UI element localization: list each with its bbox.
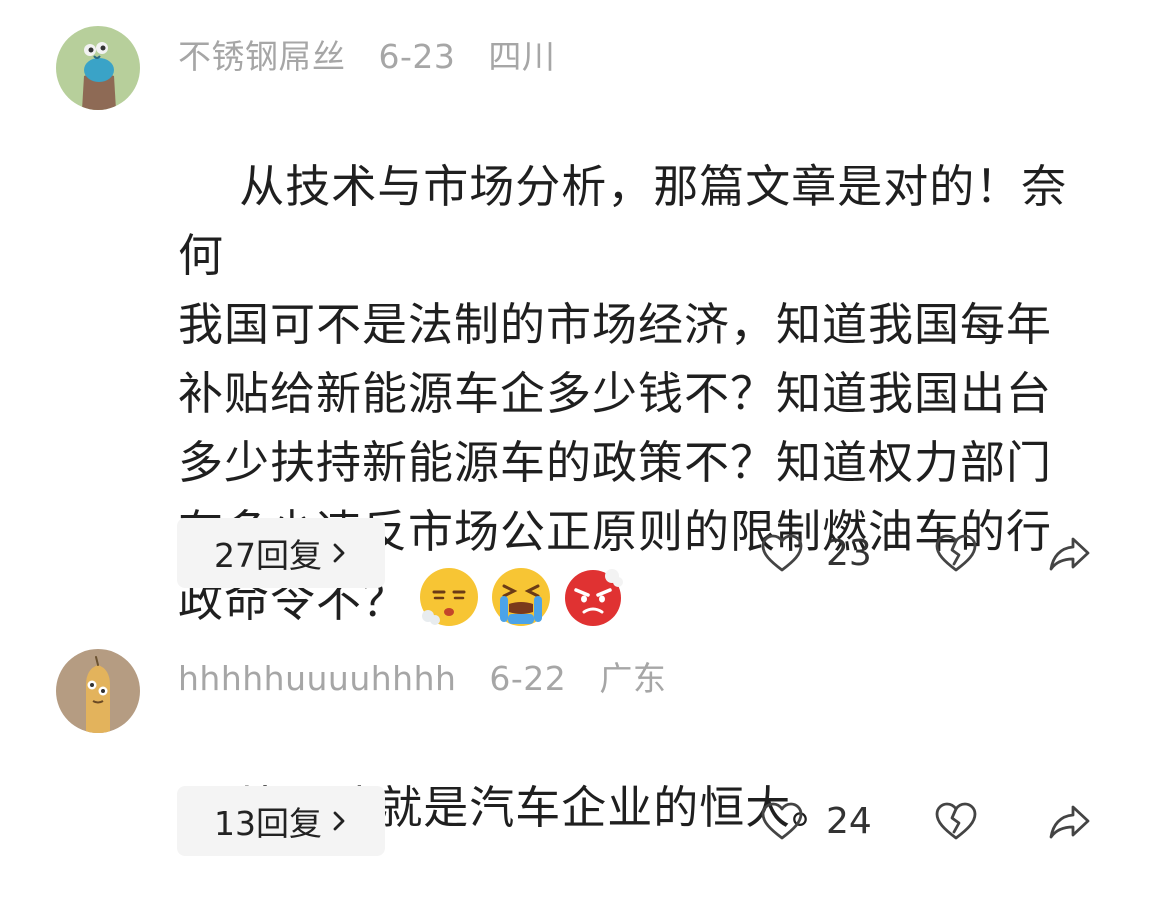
- comment-actions: 23: [760, 518, 1100, 588]
- tired-crying-face-icon: [492, 568, 551, 626]
- heart-icon: [761, 802, 803, 840]
- comment-date: 6-23: [378, 37, 456, 76]
- username[interactable]: 不锈钢屌丝: [178, 37, 346, 76]
- avatar-cartoon-icon: [56, 649, 140, 733]
- comment-actions: 24: [760, 786, 1100, 856]
- username[interactable]: hhhhhuuuuhhhh: [178, 659, 456, 698]
- like-count: 24: [826, 800, 872, 842]
- chevron-right-icon: [333, 543, 345, 563]
- share-button[interactable]: [1048, 518, 1092, 588]
- avatar[interactable]: [56, 649, 140, 733]
- exhausted-face-icon: [420, 568, 479, 626]
- comment-location: 四川: [488, 37, 556, 76]
- dislike-button[interactable]: [934, 518, 978, 588]
- heart-icon: [761, 534, 803, 572]
- comment-date: 6-22: [489, 659, 567, 698]
- dislike-button[interactable]: [934, 786, 978, 856]
- chevron-right-icon: [333, 811, 345, 831]
- comment-meta: hhhhhuuuuhhhh 6-22 广东: [178, 652, 688, 700]
- broken-heart-icon: [935, 534, 977, 572]
- like-count: 23: [826, 532, 872, 574]
- angry-face-icon: [565, 569, 624, 626]
- like-button[interactable]: 24: [760, 786, 872, 856]
- comment-item: 不锈钢屌丝 6-23 四川 从技术与市场分析，那篇文章是对的！奈何 我国可不是法…: [0, 0, 1150, 627]
- share-arrow-icon: [1049, 537, 1090, 571]
- avatar[interactable]: [56, 26, 140, 110]
- comment-body: 从技术与市场分析，那篇文章是对的！奈何 我国可不是法制的市场经济，知道我国每年 …: [178, 83, 1108, 704]
- avatar-cartoon-icon: [56, 26, 140, 110]
- reply-count-label: 13回复: [214, 804, 322, 843]
- view-replies-button[interactable]: 13回复: [177, 786, 385, 856]
- like-button[interactable]: 23: [760, 518, 872, 588]
- share-button[interactable]: [1048, 786, 1092, 856]
- comment-item: hhhhhuuuuhhhh 6-22 广东 比亚迪就是汽车企业的恒大。 13回复…: [0, 640, 1150, 856]
- share-arrow-icon: [1049, 805, 1090, 839]
- reply-count-label: 27回复: [214, 536, 322, 575]
- broken-heart-icon: [935, 802, 977, 840]
- comment-meta: 不锈钢屌丝 6-23 四川: [178, 30, 577, 78]
- view-replies-button[interactable]: 27回复: [177, 518, 385, 588]
- comment-location: 广东: [599, 659, 667, 698]
